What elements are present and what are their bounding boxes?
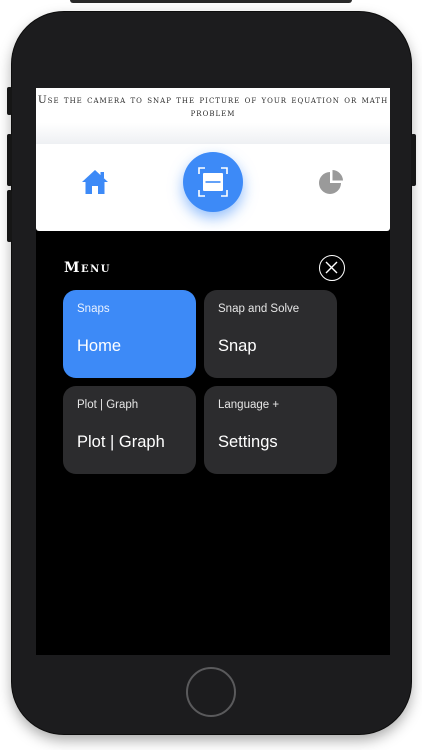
mute-switch	[7, 87, 12, 115]
scan-nav-button[interactable]	[183, 152, 243, 212]
close-icon	[325, 261, 338, 274]
tile-subtitle: Plot | Graph	[77, 399, 139, 411]
tile-title: Snap	[218, 337, 257, 355]
menu-tile-settings[interactable]: Language + Settings	[204, 386, 337, 474]
tile-title: Plot | Graph	[77, 433, 165, 451]
tile-subtitle: Snaps	[77, 303, 110, 315]
home-nav-button[interactable]	[80, 167, 110, 197]
instruction-banner: Use the camera to snap the picture of yo…	[36, 88, 390, 144]
home-icon	[82, 170, 108, 194]
menu-tile-snap[interactable]: Snap and Solve Snap	[204, 290, 337, 378]
tile-title: Home	[77, 337, 122, 355]
device-home-button[interactable]	[186, 667, 236, 717]
tile-subtitle: Snap and Solve	[218, 303, 300, 315]
tile-title: Settings	[218, 433, 278, 451]
volume-down-button	[7, 190, 12, 242]
tile-subtitle: Language +	[218, 399, 280, 411]
pie-chart-icon	[319, 170, 343, 194]
volume-up-button	[7, 134, 12, 186]
instruction-text: Use the camera to snap the picture of yo…	[37, 94, 389, 119]
scan-icon	[198, 167, 228, 197]
app-screen: Use the camera to snap the picture of yo…	[36, 88, 390, 655]
menu-tile-plot-graph[interactable]: Plot | Graph Plot | Graph	[63, 386, 196, 474]
menu-title: Menu	[64, 260, 111, 276]
device-top-edge	[70, 0, 352, 3]
menu-tile-home[interactable]: Snaps Home	[63, 290, 196, 378]
stats-nav-button[interactable]	[317, 168, 345, 196]
power-button	[411, 134, 416, 186]
top-nav-bar	[36, 144, 390, 231]
close-menu-button[interactable]	[319, 255, 345, 281]
